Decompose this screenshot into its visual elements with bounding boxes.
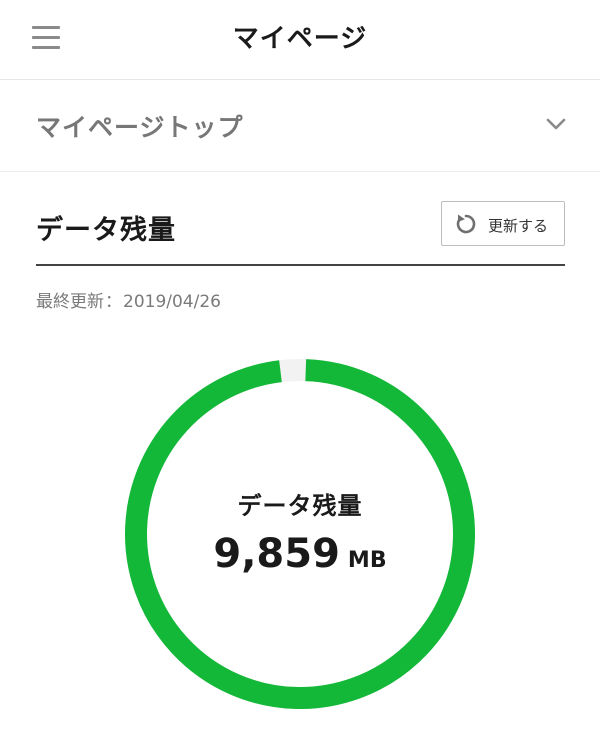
gauge-label: データ残量 xyxy=(237,492,363,520)
last-updated-label: 最終更新 xyxy=(36,292,104,312)
gauge-center: データ残量 9,859 MB xyxy=(125,486,475,577)
section-dropdown-label: マイページトップ xyxy=(36,113,244,142)
page-title: マイページ xyxy=(232,24,368,54)
refresh-button-label: 更新する xyxy=(488,217,549,235)
data-remaining-title: データ残量 xyxy=(36,215,176,246)
gauge-value: 9,859 xyxy=(213,531,340,577)
chevron-down-icon xyxy=(546,118,566,130)
section-divider xyxy=(36,264,565,266)
last-updated: 最終更新：2019/04/26 xyxy=(36,287,221,312)
refresh-button[interactable]: 更新する xyxy=(441,201,565,246)
refresh-icon xyxy=(456,214,476,234)
app-header: マイページ xyxy=(0,0,600,80)
section-dropdown[interactable]: マイページトップ xyxy=(0,80,600,172)
last-updated-date: 2019/04/26 xyxy=(123,292,221,312)
last-updated-separator: ： xyxy=(105,292,122,312)
gauge-value-row: 9,859 MB xyxy=(125,531,475,577)
gauge-unit: MB xyxy=(347,548,387,573)
